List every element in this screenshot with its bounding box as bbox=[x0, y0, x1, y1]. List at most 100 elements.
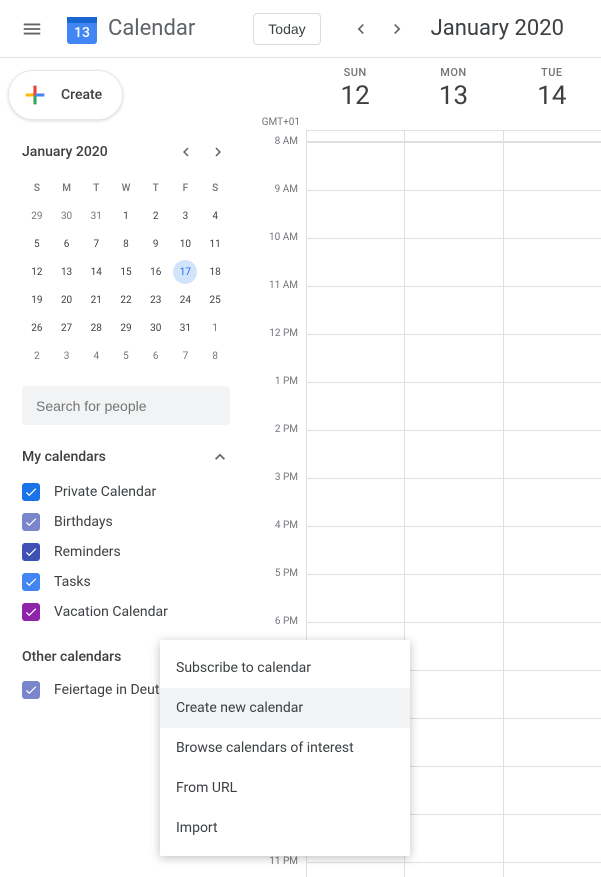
mini-day-cell[interactable]: 5 bbox=[114, 344, 138, 368]
mini-day-cell[interactable]: 7 bbox=[84, 232, 108, 256]
hour-cell[interactable] bbox=[405, 431, 502, 479]
hour-cell[interactable] bbox=[405, 287, 502, 335]
hour-cell[interactable] bbox=[504, 623, 601, 671]
mini-day-cell[interactable]: 2 bbox=[144, 204, 168, 228]
hour-cell[interactable] bbox=[405, 671, 502, 719]
calendar-item[interactable]: Private Calendar bbox=[22, 477, 230, 507]
hour-cell[interactable] bbox=[405, 383, 502, 431]
hour-cell[interactable] bbox=[504, 383, 601, 431]
mini-day-cell[interactable]: 14 bbox=[84, 260, 108, 284]
mini-day-cell[interactable]: 8 bbox=[203, 344, 227, 368]
allday-cell[interactable] bbox=[503, 131, 601, 141]
allday-cell[interactable] bbox=[404, 131, 502, 141]
hour-cell[interactable] bbox=[307, 191, 404, 239]
hour-cell[interactable] bbox=[307, 287, 404, 335]
hour-cell[interactable] bbox=[504, 767, 601, 815]
people-search-input[interactable] bbox=[36, 398, 216, 414]
mini-day-cell[interactable]: 25 bbox=[203, 288, 227, 312]
hour-cell[interactable] bbox=[405, 623, 502, 671]
menu-item[interactable]: From URL bbox=[160, 768, 410, 808]
mini-day-cell[interactable]: 24 bbox=[173, 288, 197, 312]
mini-day-cell[interactable]: 5 bbox=[25, 232, 49, 256]
mini-day-cell[interactable]: 1 bbox=[114, 204, 138, 228]
mini-day-cell[interactable]: 30 bbox=[144, 316, 168, 340]
mini-day-cell[interactable]: 7 bbox=[173, 344, 197, 368]
mini-day-cell[interactable]: 2 bbox=[25, 344, 49, 368]
hour-cell[interactable] bbox=[504, 239, 601, 287]
hour-cell[interactable] bbox=[504, 143, 601, 191]
hour-cell[interactable] bbox=[405, 239, 502, 287]
hour-cell[interactable] bbox=[504, 815, 601, 863]
hour-cell[interactable] bbox=[405, 767, 502, 815]
mini-day-cell[interactable]: 4 bbox=[203, 204, 227, 228]
prev-period-button[interactable] bbox=[345, 13, 377, 45]
calendar-item[interactable]: Tasks bbox=[22, 567, 230, 597]
mini-day-cell[interactable]: 20 bbox=[55, 288, 79, 312]
hour-cell[interactable] bbox=[307, 575, 404, 623]
hour-cell[interactable] bbox=[504, 191, 601, 239]
calendar-checkbox[interactable] bbox=[22, 483, 40, 501]
hour-cell[interactable] bbox=[405, 719, 502, 767]
mini-day-cell[interactable]: 3 bbox=[55, 344, 79, 368]
people-search-box[interactable] bbox=[22, 386, 230, 425]
hour-cell[interactable] bbox=[504, 863, 601, 877]
calendar-checkbox[interactable] bbox=[22, 681, 40, 699]
hour-cell[interactable] bbox=[405, 815, 502, 863]
mini-day-cell[interactable]: 10 bbox=[173, 232, 197, 256]
today-button[interactable]: Today bbox=[253, 13, 320, 45]
mini-day-cell[interactable]: 19 bbox=[25, 288, 49, 312]
calendar-item[interactable]: Birthdays bbox=[22, 507, 230, 537]
calendar-item[interactable]: Vacation Calendar bbox=[22, 597, 230, 627]
hour-cell[interactable] bbox=[504, 719, 601, 767]
hour-cell[interactable] bbox=[307, 431, 404, 479]
menu-item[interactable]: Browse calendars of interest bbox=[160, 728, 410, 768]
mini-day-cell[interactable]: 31 bbox=[84, 204, 108, 228]
hour-cell[interactable] bbox=[405, 575, 502, 623]
hour-cell[interactable] bbox=[405, 143, 502, 191]
mini-day-cell[interactable]: 6 bbox=[55, 232, 79, 256]
mini-day-cell[interactable]: 6 bbox=[144, 344, 168, 368]
my-calendars-toggle[interactable]: My calendars bbox=[22, 447, 230, 467]
app-logo[interactable]: 13 Calendar bbox=[64, 11, 195, 47]
mini-day-cell[interactable]: 30 bbox=[55, 204, 79, 228]
day-column[interactable] bbox=[503, 143, 601, 877]
hour-cell[interactable] bbox=[504, 335, 601, 383]
next-period-button[interactable] bbox=[381, 13, 413, 45]
day-header[interactable]: TUE14 bbox=[503, 58, 601, 130]
hour-cell[interactable] bbox=[405, 479, 502, 527]
mini-day-cell[interactable]: 17 bbox=[173, 260, 197, 284]
main-menu-button[interactable] bbox=[12, 9, 52, 49]
hour-cell[interactable] bbox=[504, 575, 601, 623]
day-header[interactable]: SUN12 bbox=[306, 58, 404, 130]
hour-cell[interactable] bbox=[307, 335, 404, 383]
hour-cell[interactable] bbox=[405, 863, 502, 877]
hour-cell[interactable] bbox=[307, 239, 404, 287]
mini-day-cell[interactable]: 9 bbox=[144, 232, 168, 256]
calendar-checkbox[interactable] bbox=[22, 543, 40, 561]
mini-day-cell[interactable]: 29 bbox=[25, 204, 49, 228]
allday-cell[interactable] bbox=[306, 131, 404, 141]
calendar-checkbox[interactable] bbox=[22, 513, 40, 531]
mini-next-month-button[interactable] bbox=[206, 140, 230, 164]
hour-cell[interactable] bbox=[504, 287, 601, 335]
mini-day-cell[interactable]: 29 bbox=[114, 316, 138, 340]
mini-day-cell[interactable]: 8 bbox=[114, 232, 138, 256]
mini-day-cell[interactable]: 12 bbox=[25, 260, 49, 284]
hour-cell[interactable] bbox=[405, 335, 502, 383]
hour-cell[interactable] bbox=[504, 479, 601, 527]
mini-day-cell[interactable]: 28 bbox=[84, 316, 108, 340]
menu-item[interactable]: Subscribe to calendar bbox=[160, 648, 410, 688]
mini-day-cell[interactable]: 22 bbox=[114, 288, 138, 312]
mini-day-cell[interactable]: 26 bbox=[25, 316, 49, 340]
hour-cell[interactable] bbox=[307, 479, 404, 527]
mini-day-cell[interactable]: 31 bbox=[173, 316, 197, 340]
hour-cell[interactable] bbox=[307, 863, 404, 877]
day-header[interactable]: MON13 bbox=[404, 58, 502, 130]
mini-day-cell[interactable]: 27 bbox=[55, 316, 79, 340]
hour-cell[interactable] bbox=[307, 383, 404, 431]
hour-cell[interactable] bbox=[504, 431, 601, 479]
hour-cell[interactable] bbox=[504, 527, 601, 575]
mini-day-cell[interactable]: 16 bbox=[144, 260, 168, 284]
mini-day-cell[interactable]: 21 bbox=[84, 288, 108, 312]
mini-day-cell[interactable]: 23 bbox=[144, 288, 168, 312]
